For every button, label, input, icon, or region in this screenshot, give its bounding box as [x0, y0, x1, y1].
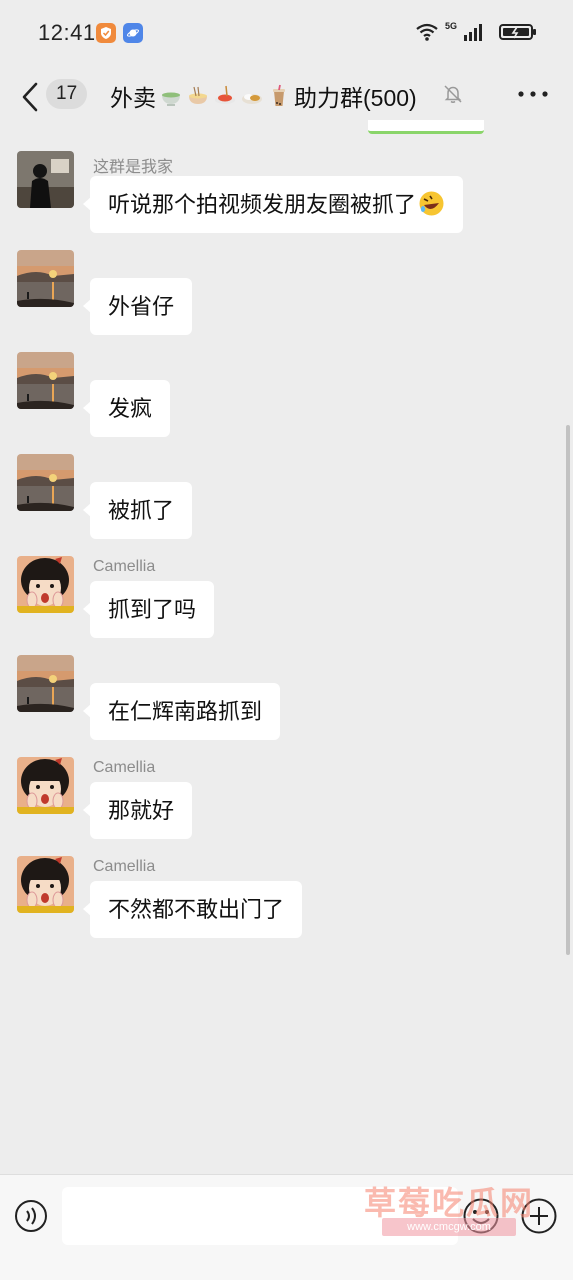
message-bubble[interactable]: 那就好 — [82, 782, 193, 839]
rolling-laughing-emoji-icon — [419, 191, 444, 216]
previous-message-bubble — [368, 120, 484, 134]
message-text: 在仁辉南路抓到 — [108, 699, 263, 724]
message-text: 不然都不敢出门了 — [108, 897, 285, 922]
chat-scrollbar[interactable] — [566, 425, 570, 955]
message-text: 抓到了吗 — [108, 597, 197, 622]
message-bubble[interactable]: 外省仔 — [82, 278, 193, 335]
chat-title-suffix: 助力群(500) — [294, 85, 417, 111]
message-bubble[interactable]: 不然都不敢出门了 — [82, 881, 303, 938]
sunset-lake-avatar[interactable] — [17, 352, 74, 409]
dark-photo-avatar[interactable] — [17, 151, 74, 208]
status-indicators: 5G — [415, 21, 537, 42]
message-text: 发疯 — [108, 396, 153, 421]
message-bubble[interactable]: 听说那个拍视频发朋友圈被抓了 — [82, 176, 464, 233]
cartoon-girl-avatar[interactable] — [17, 757, 74, 814]
message-bubble[interactable]: 发疯 — [82, 380, 171, 437]
sender-name: Camellia — [93, 558, 156, 575]
sender-name: 这群是我家 — [93, 159, 174, 176]
more-options-icon[interactable] — [516, 86, 550, 102]
noodle-bowl-icon — [162, 92, 180, 106]
shield-app-icon — [96, 23, 116, 43]
title-food-emojis — [159, 84, 291, 108]
battery-icon — [499, 24, 536, 40]
back-arrow-icon[interactable] — [18, 80, 44, 114]
message-text: 听说那个拍视频发朋友圈被抓了 — [108, 192, 417, 217]
message-text: 那就好 — [108, 798, 175, 823]
chat-header: 17 外卖 助力群(500) — [0, 66, 573, 128]
status-time: 12:41 — [38, 20, 96, 45]
status-bar: 12:41 5G — [0, 0, 573, 66]
ramen-bowl-icon — [189, 86, 207, 104]
sender-name: Camellia — [93, 759, 156, 776]
wifi-icon — [416, 23, 438, 41]
curry-rice-icon — [242, 94, 262, 104]
message-bubble[interactable]: 在仁辉南路抓到 — [82, 683, 281, 740]
chat-title[interactable]: 外卖 助力群(500) — [110, 79, 417, 113]
mute-bell-icon — [444, 85, 462, 103]
unread-count-badge[interactable]: 17 — [46, 79, 88, 109]
network-type-label: 5G — [444, 21, 457, 31]
sunset-lake-avatar[interactable] — [17, 454, 74, 511]
message-bubble[interactable]: 抓到了吗 — [82, 581, 215, 638]
sunset-lake-avatar[interactable] — [17, 250, 74, 307]
chat-title-prefix: 外卖 — [110, 85, 156, 111]
message-bubble[interactable]: 被抓了 — [82, 482, 193, 539]
message-text: 外省仔 — [108, 294, 175, 319]
cartoon-girl-avatar[interactable] — [17, 856, 74, 913]
sunset-lake-avatar[interactable] — [17, 655, 74, 712]
voice-input-icon[interactable] — [14, 1199, 48, 1233]
watermark-url: www.cmcgw.com — [382, 1218, 516, 1236]
cartoon-girl-avatar[interactable] — [17, 556, 74, 613]
bubble-tea-icon — [273, 84, 285, 106]
signal-icon — [464, 24, 482, 41]
sender-name: Camellia — [93, 858, 156, 875]
spaghetti-icon — [215, 85, 235, 104]
message-text: 被抓了 — [108, 498, 175, 523]
planet-app-icon — [123, 23, 143, 43]
